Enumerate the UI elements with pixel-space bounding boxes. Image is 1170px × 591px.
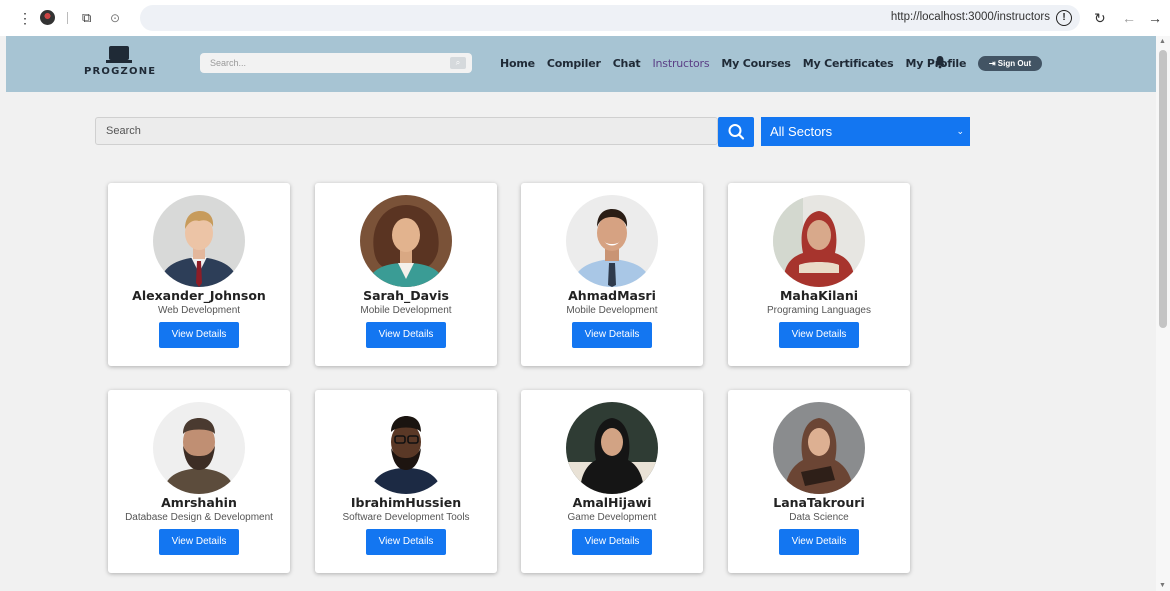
view-details-button[interactable]: View Details [366,529,446,555]
instructor-card: AmalHijawi Game Development View Details [521,390,703,573]
profile-icon[interactable] [40,10,55,25]
view-details-button[interactable]: View Details [572,529,652,555]
avatar [566,402,658,494]
nav-search-input[interactable] [210,56,430,70]
sign-out-button[interactable]: ⇥ Sign Out [978,56,1042,71]
nav-search-button[interactable]: ⌕ [450,57,466,69]
instructor-name: AhmadMasri [568,288,656,303]
view-details-button[interactable]: View Details [779,322,859,348]
avatar [566,195,658,287]
nav-link-my-certificates[interactable]: My Certificates [803,57,894,70]
instructor-name: MahaKilani [779,288,859,303]
instructor-search-input[interactable] [106,124,696,138]
nav-links: Home Compiler Chat Instructors My Course… [500,57,978,70]
sector-select-value: All Sectors [770,124,833,139]
scroll-thumb[interactable] [1159,50,1167,328]
address-bar[interactable]: http://localhost:3000/instructors ! [140,5,1080,31]
instructor-sector: Programing Languages [767,305,871,316]
chevron-down-icon: ⌄ [956,126,964,136]
avatar [360,402,452,494]
reload-icon[interactable]: ↻ [1094,9,1106,27]
search-button[interactable] [718,117,754,147]
app-navbar: PROGZONE ⌕ Home Compiler Chat Instructor… [6,36,1156,92]
view-details-button[interactable]: View Details [159,529,239,555]
avatar [773,402,865,494]
logo[interactable]: PROGZONE [84,46,157,77]
instructor-name: Sarah_Davis [363,288,449,303]
back-icon[interactable]: ← [1122,9,1136,27]
info-icon[interactable]: ! [1056,10,1072,26]
instructor-card: IbrahimHussien Software Development Tool… [315,390,497,573]
instructor-card: Amrshahin Database Design & Development … [108,390,290,573]
bell-icon[interactable] [934,55,946,69]
sector-select[interactable]: All Sectors ⌄ [761,117,970,146]
nav-link-compiler[interactable]: Compiler [547,57,601,70]
page-scrollbar[interactable]: ▲ ▼ [1156,36,1170,591]
instructor-name: Alexander_Johnson [132,288,266,303]
instructor-card: LanaTakrouri Data Science View Details [728,390,910,573]
browser-toolbar: ⋮ ⧉ ⊙ ☆ http://localhost:3000/instructor… [0,0,1170,36]
url-text[interactable]: http://localhost:3000/instructors [891,11,1050,23]
instructor-card: MahaKilani Programing Languages View Det… [728,183,910,366]
view-details-button[interactable]: View Details [572,322,652,348]
instructor-card: Alexander_Johnson Web Development View D… [108,183,290,366]
menu-dots-icon[interactable]: ⋮ [18,9,32,27]
instructor-sector: Web Development [157,305,241,316]
instructor-sector: Database Design & Development [125,512,273,523]
view-details-button[interactable]: View Details [366,322,446,348]
logo-text: PROGZONE [84,66,157,77]
instructor-name: LanaTakrouri [773,495,865,510]
instructor-card: Sarah_Davis Mobile Development View Deta… [315,183,497,366]
instructor-sector: Mobile Development [360,305,452,316]
nav-link-home[interactable]: Home [500,57,535,70]
scroll-up-icon[interactable]: ▲ [1159,38,1166,45]
logo-computer-icon [106,46,132,63]
view-details-button[interactable]: View Details [779,529,859,555]
avatar [153,195,245,287]
divider [67,12,68,24]
avatar [153,402,245,494]
scroll-down-icon[interactable]: ▼ [1159,582,1166,589]
instructor-search-field [95,117,718,145]
extension-icon[interactable]: ⊙ [110,9,120,27]
instructor-sector: Game Development [567,512,657,523]
instructor-sector: Data Science [789,512,849,523]
avatar [360,195,452,287]
search-icon [728,124,745,140]
sign-out-icon: ⇥ [988,59,998,68]
nav-link-chat[interactable]: Chat [613,57,641,70]
instructor-name: IbrahimHussien [350,495,462,510]
instructor-name: AmalHijawi [572,495,652,510]
forward-icon[interactable]: → [1148,9,1162,27]
sign-out-label: Sign Out [997,59,1032,68]
instructor-sector: Software Development Tools [342,512,470,523]
nav-link-my-courses[interactable]: My Courses [721,57,791,70]
nav-link-instructors[interactable]: Instructors [652,57,709,70]
nav-search-box: ⌕ [200,53,472,73]
instructor-name: Amrshahin [161,495,237,510]
instructor-sector: Mobile Development [566,305,658,316]
instructor-card: AhmadMasri Mobile Development View Detai… [521,183,703,366]
view-details-button[interactable]: View Details [159,322,239,348]
avatar [773,195,865,287]
tab-icon[interactable]: ⧉ [82,9,91,27]
